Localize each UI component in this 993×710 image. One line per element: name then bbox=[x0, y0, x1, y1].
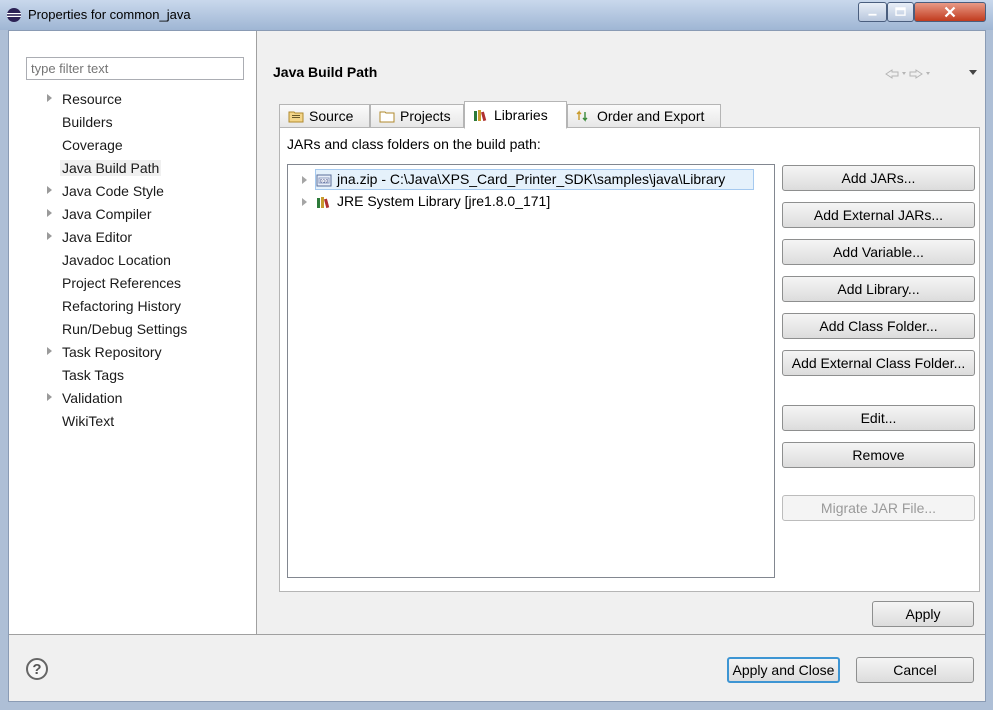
help-icon[interactable]: ? bbox=[26, 658, 48, 680]
sidebar-item-label: Project References bbox=[62, 275, 182, 291]
footer-divider bbox=[9, 634, 985, 635]
dialog-client-area: ResourceBuildersCoverageJava Build PathJ… bbox=[8, 30, 986, 702]
add-external-class-folder-button[interactable]: Add External Class Folder... bbox=[782, 350, 975, 376]
expand-arrow-icon[interactable] bbox=[47, 186, 52, 194]
view-menu-icon[interactable] bbox=[968, 69, 978, 77]
sidebar-item-label: Javadoc Location bbox=[62, 252, 171, 268]
source-folder-icon bbox=[288, 111, 304, 123]
add-library-button[interactable]: Add Library... bbox=[782, 276, 975, 302]
minimize-button[interactable] bbox=[858, 2, 887, 22]
minimize-icon bbox=[868, 13, 877, 16]
tab-label: Order and Export bbox=[597, 108, 705, 124]
list-item-jre-system-library[interactable]: JRE System Library [jre1.8.0_171] bbox=[288, 191, 774, 213]
edit-button[interactable]: Edit... bbox=[782, 405, 975, 431]
tab-label: Libraries bbox=[494, 107, 548, 123]
entry-label: JRE System Library [jre1.8.0_171] bbox=[337, 193, 551, 209]
apply-and-close-button[interactable]: Apply and Close bbox=[727, 657, 840, 683]
sidebar-item-label: Java Code Style bbox=[62, 183, 164, 199]
libraries-panel: JARs and class folders on the build path… bbox=[279, 127, 980, 592]
build-path-label: JARs and class folders on the build path… bbox=[287, 136, 541, 152]
left-pane: Resource Builders Coverage Java Build Path J… bbox=[9, 31, 257, 634]
sidebar-item-label: Task Repository bbox=[62, 344, 162, 360]
library-icon bbox=[317, 197, 330, 209]
page-header: Java Build Path bbox=[258, 57, 985, 89]
projects-icon bbox=[379, 111, 395, 123]
apply-button[interactable]: Apply bbox=[872, 601, 974, 627]
tab-strip: Source Projects Libraries Order and Expo… bbox=[279, 101, 979, 129]
maximize-button[interactable] bbox=[887, 2, 914, 22]
build-path-list[interactable]: 010 jna.zip - C:\Java\XPS_Card_Printer_S… bbox=[287, 164, 775, 578]
sidebar-item-label: Validation bbox=[62, 390, 123, 406]
expand-arrow-icon[interactable] bbox=[302, 198, 307, 206]
filter-input[interactable] bbox=[27, 58, 243, 79]
add-variable-button[interactable]: Add Variable... bbox=[782, 239, 975, 265]
remove-button[interactable]: Remove bbox=[782, 442, 975, 468]
sidebar-item-label: Java Compiler bbox=[62, 206, 152, 222]
expand-arrow-icon[interactable] bbox=[47, 347, 52, 355]
sidebar-item-run-debug-settings[interactable]: Run/Debug Settings bbox=[9, 318, 256, 341]
sidebar-item-resource[interactable]: Resource bbox=[9, 88, 256, 111]
sidebar-item-label: Resource bbox=[62, 91, 122, 107]
page-title: Java Build Path bbox=[273, 64, 378, 80]
expand-arrow-icon[interactable] bbox=[47, 94, 52, 102]
eclipse-icon bbox=[7, 8, 21, 22]
sidebar-item-wikitext[interactable]: WikiText bbox=[9, 410, 256, 433]
sidebar-item-label: Java Build Path bbox=[60, 160, 162, 176]
sidebar-item-label: Run/Debug Settings bbox=[62, 321, 188, 337]
expand-arrow-icon[interactable] bbox=[47, 209, 52, 217]
title-bar[interactable]: Properties for common_java bbox=[0, 0, 993, 30]
list-item-jna-zip[interactable]: 010 jna.zip - C:\Java\XPS_Card_Printer_S… bbox=[288, 169, 774, 191]
sidebar-item-label: Coverage bbox=[62, 137, 123, 153]
sidebar-item-refactoring-history[interactable]: Refactoring History bbox=[9, 295, 256, 318]
cancel-button[interactable]: Cancel bbox=[856, 657, 974, 683]
expand-arrow-icon[interactable] bbox=[47, 232, 52, 240]
history-nav-icon[interactable] bbox=[884, 67, 944, 81]
add-jars-button[interactable]: Add JARs... bbox=[782, 165, 975, 191]
close-button[interactable] bbox=[914, 2, 986, 22]
tab-libraries[interactable]: Libraries bbox=[464, 101, 567, 129]
tab-projects[interactable]: Projects bbox=[370, 104, 464, 128]
sidebar-item-javadoc-location[interactable]: Javadoc Location bbox=[9, 249, 256, 272]
sidebar-item-java-code-style[interactable]: Java Code Style bbox=[9, 180, 256, 203]
sidebar-item-coverage[interactable]: Coverage bbox=[9, 134, 256, 157]
window-title: Properties for common_java bbox=[28, 7, 191, 22]
filter-field[interactable] bbox=[26, 57, 244, 80]
sidebar-item-label: WikiText bbox=[62, 413, 115, 429]
sidebar-item-task-tags[interactable]: Task Tags bbox=[9, 364, 256, 387]
add-class-folder-button[interactable]: Add Class Folder... bbox=[782, 313, 975, 339]
sidebar-item-java-editor[interactable]: Java Editor bbox=[9, 226, 256, 249]
entry-label: jna.zip - C:\Java\XPS_Card_Printer_SDK\s… bbox=[337, 171, 726, 187]
right-pane: Java Build Path Source Projects Librarie… bbox=[258, 31, 985, 634]
sidebar-item-builders[interactable]: Builders bbox=[9, 111, 256, 134]
tab-source[interactable]: Source bbox=[279, 104, 370, 128]
sidebar-item-task-repository[interactable]: Task Repository bbox=[9, 341, 256, 364]
tab-label: Source bbox=[309, 108, 354, 124]
sidebar-item-java-compiler[interactable]: Java Compiler bbox=[9, 203, 256, 226]
sidebar-item-project-references[interactable]: Project References bbox=[9, 272, 256, 295]
sidebar-item-label: Task Tags bbox=[62, 367, 124, 383]
tab-order-and-export[interactable]: Order and Export bbox=[567, 104, 721, 128]
properties-window: Properties for common_java Resource Build… bbox=[0, 0, 993, 710]
maximize-icon bbox=[895, 7, 906, 16]
sidebar-item-label: Builders bbox=[62, 114, 113, 130]
svg-text:010: 010 bbox=[320, 178, 329, 184]
expand-arrow-icon[interactable] bbox=[302, 176, 307, 184]
tab-label: Projects bbox=[400, 108, 451, 124]
add-external-jars-button[interactable]: Add External JARs... bbox=[782, 202, 975, 228]
sidebar-item-validation[interactable]: Validation bbox=[9, 387, 256, 410]
sidebar-item-java-build-path[interactable]: Java Build Path bbox=[9, 157, 256, 180]
expand-arrow-icon[interactable] bbox=[47, 393, 52, 401]
sidebar-item-label: Java Editor bbox=[62, 229, 133, 245]
archive-icon: 010 bbox=[316, 174, 332, 187]
sidebar-item-label: Refactoring History bbox=[62, 298, 182, 314]
libraries-icon bbox=[474, 110, 487, 122]
close-icon bbox=[944, 6, 956, 18]
order-export-icon bbox=[576, 110, 588, 122]
migrate-jar-file-button: Migrate JAR File... bbox=[782, 495, 975, 521]
